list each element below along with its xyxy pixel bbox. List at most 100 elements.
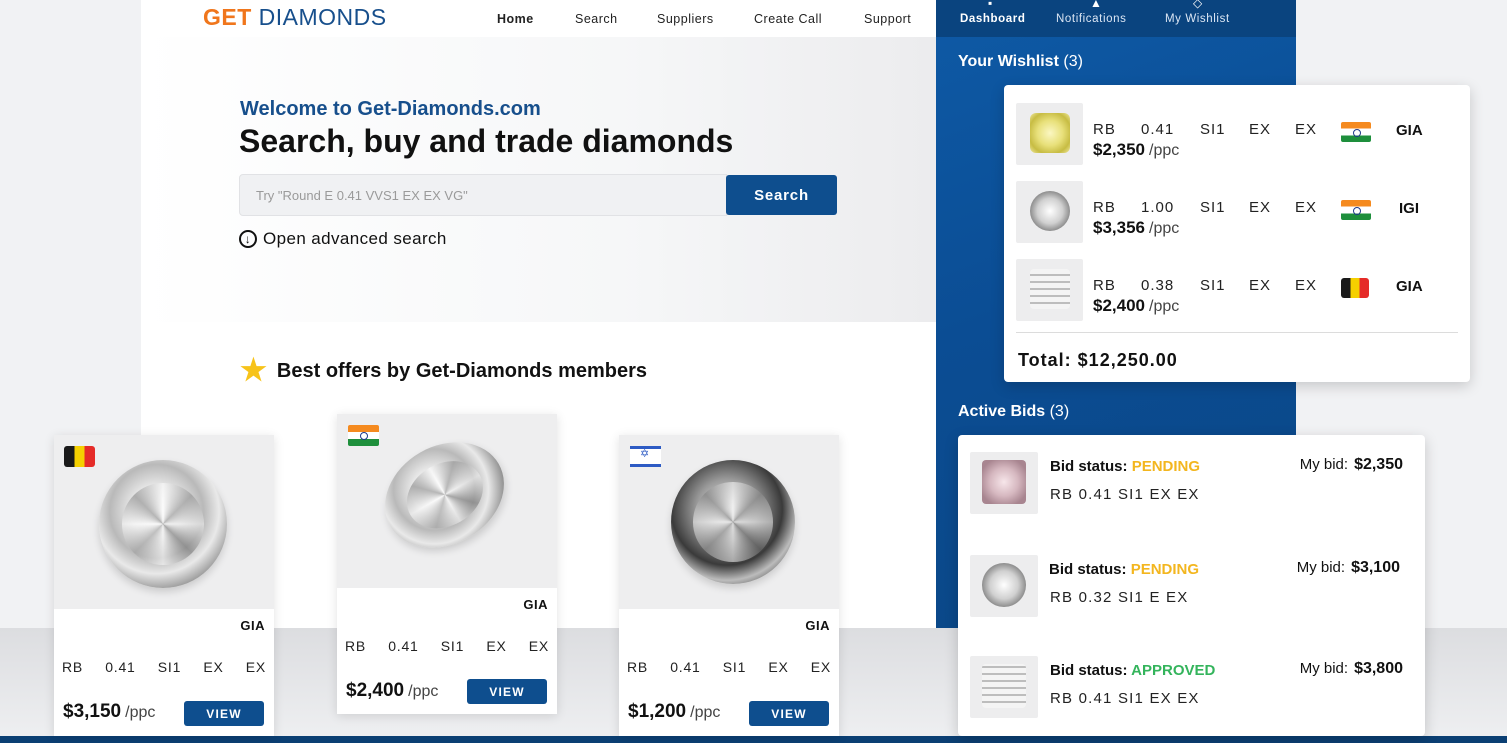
price-value: $1,200 — [628, 701, 687, 722]
spec-clarity: SI1 — [157, 659, 182, 675]
lab-label: IGI — [1399, 200, 1420, 217]
advanced-search-label: Open advanced search — [263, 229, 447, 248]
bid-status-label: Bid status: — [1050, 662, 1128, 679]
spec-polish: EX — [1295, 199, 1318, 216]
my-bid-amount: $3,800 — [1354, 660, 1403, 677]
diamond-icon: ◇ — [1193, 0, 1203, 10]
view-button[interactable]: VIEW — [749, 701, 829, 726]
pear-diamond-icon — [365, 421, 524, 569]
lab-label: GIA — [240, 618, 265, 633]
spec-cut: EX — [203, 659, 224, 675]
search-button[interactable]: Search — [726, 175, 837, 215]
my-bid-label: My bid: — [1296, 559, 1346, 576]
yellow-diamond-icon — [1030, 113, 1070, 153]
diamond-thumbnail — [1016, 181, 1083, 243]
spec-shape: RB — [62, 659, 84, 675]
diamond-thumbnail — [1016, 259, 1083, 321]
spec-shape: RB — [1093, 121, 1116, 138]
diamond-thumbnail — [970, 452, 1038, 514]
lab-label: GIA — [523, 597, 548, 612]
diamond-thumbnail — [970, 555, 1038, 617]
round-diamond-icon — [671, 460, 795, 584]
asscher-diamond-icon — [1030, 269, 1070, 309]
diamond-thumbnail — [970, 656, 1038, 718]
my-bid-label: My bid: — [1299, 456, 1349, 473]
wishlist-price: $2,400/ppc — [1093, 296, 1179, 316]
wishlist-card: RB 0.41 SI1 EX EX GIA $2,350/ppc RB 1.00… — [1004, 85, 1470, 382]
advanced-search-link[interactable]: ↓ Open advanced search — [239, 229, 447, 249]
bottom-bar — [0, 736, 1507, 743]
spec-polish: EX — [245, 659, 266, 675]
side-nav-notifications[interactable]: Notifications — [1056, 13, 1126, 25]
price-value: $2,400 — [1093, 296, 1145, 315]
israel-flag-icon — [630, 446, 661, 467]
offer-card[interactable]: GIA RB 0.41 SI1 EX EX $1,200/ppc VIEW — [619, 435, 839, 736]
wishlist-count: (3) — [1063, 53, 1083, 70]
spec-clarity: SI1 — [1200, 199, 1226, 216]
side-nav-wishlist[interactable]: My Wishlist — [1165, 13, 1230, 25]
india-flag-icon — [348, 425, 379, 446]
nav-suppliers[interactable]: Suppliers — [657, 12, 714, 26]
price-value: $2,350 — [1093, 140, 1145, 159]
nav-create-call[interactable]: Create Call — [754, 12, 822, 26]
view-button[interactable]: VIEW — [184, 701, 264, 726]
wishlist-price: $3,356/ppc — [1093, 218, 1179, 238]
search-input[interactable] — [239, 174, 727, 216]
spec-polish: EX — [1295, 277, 1318, 294]
spec-carat: 0.41 — [105, 659, 136, 675]
active-bids-heading: Active Bids (3) — [958, 403, 1069, 421]
star-icon: ★ — [240, 354, 267, 387]
pink-diamond-icon — [982, 460, 1026, 504]
bid-item[interactable]: Bid status: PENDING RB 0.41 SI1 EX EX My… — [970, 452, 1415, 522]
status-badge: PENDING — [1131, 458, 1201, 475]
my-bid-amount: $3,100 — [1351, 559, 1400, 576]
spec-shape: RB — [1093, 277, 1116, 294]
best-offers-title: Best offers by Get-Diamonds members — [276, 359, 648, 382]
wishlist-total: Total: $12,250.00 — [1018, 350, 1178, 371]
round-diamond-icon — [982, 563, 1026, 607]
spec-polish: EX — [810, 659, 831, 675]
spec-clarity: SI1 — [1200, 121, 1226, 138]
my-bid: My bid: $2,350 — [1300, 456, 1403, 474]
spec-clarity: SI1 — [722, 659, 747, 675]
nav-search[interactable]: Search — [575, 12, 618, 26]
price: $2,400/ppc — [346, 680, 438, 702]
status-badge: APPROVED — [1131, 662, 1216, 679]
nav-support[interactable]: Support — [864, 12, 911, 26]
price: $3,150/ppc — [63, 701, 155, 723]
spec-carat: 0.41 — [388, 638, 419, 654]
price-value: $3,150 — [63, 701, 122, 722]
spec-cut: EX — [768, 659, 789, 675]
active-bids-count: (3) — [1049, 403, 1070, 420]
diamond-thumbnail — [1016, 103, 1083, 165]
logo[interactable]: GET DIAMONDS — [203, 4, 387, 31]
bid-specs: RB 0.41 SI1 EX EX — [1050, 486, 1200, 503]
wishlist-title: Your Wishlist — [958, 53, 1059, 70]
india-flag-icon — [1341, 200, 1371, 220]
price-unit: /ppc — [1149, 220, 1180, 237]
lab-label: GIA — [1396, 278, 1423, 295]
wishlist-item[interactable]: RB 0.38 SI1 EX EX GIA $2,400/ppc — [1016, 253, 1456, 321]
price-unit: /ppc — [125, 704, 156, 721]
divider — [1016, 332, 1458, 333]
side-nav-dashboard[interactable]: Dashboard — [960, 13, 1025, 25]
view-button[interactable]: VIEW — [467, 679, 547, 704]
nav-home[interactable]: Home — [497, 12, 534, 26]
wishlist-item[interactable]: RB 1.00 SI1 EX EX IGI $3,356/ppc — [1016, 175, 1456, 243]
total-label: Total: — [1018, 350, 1072, 370]
wishlist-item[interactable]: RB 0.41 SI1 EX EX GIA $2,350/ppc — [1016, 97, 1456, 165]
wishlist-price: $2,350/ppc — [1093, 140, 1179, 160]
bid-status: Bid status: PENDING — [1050, 458, 1200, 475]
offer-card[interactable]: GIA RB 0.41 SI1 EX EX $2,400/ppc VIEW — [337, 414, 557, 714]
spec-carat: 0.38 — [1141, 277, 1175, 294]
bid-status: Bid status: APPROVED — [1050, 662, 1215, 679]
active-bids-title: Active Bids — [958, 403, 1046, 420]
logo-get: GET — [203, 4, 252, 30]
lab-label: GIA — [1396, 122, 1423, 139]
offer-card[interactable]: GIA RB 0.41 SI1 EX EX $3,150/ppc VIEW — [54, 435, 274, 736]
my-bid-label: My bid: — [1299, 660, 1349, 677]
bid-item[interactable]: Bid status: APPROVED RB 0.41 SI1 EX EX M… — [970, 656, 1415, 726]
spec-shape: RB — [1093, 199, 1116, 216]
bid-item[interactable]: Bid status: PENDING RB 0.32 SI1 E EX My … — [970, 555, 1415, 625]
page-title: Search, buy and trade diamonds — [239, 123, 734, 159]
